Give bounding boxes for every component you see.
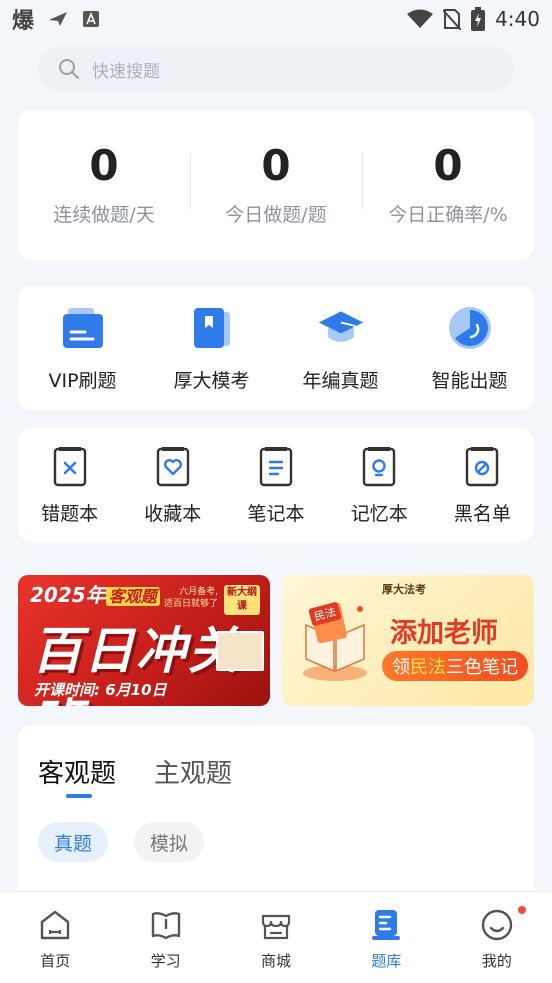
chip-simulation[interactable]: 模拟 [134, 822, 205, 862]
nav-home[interactable]: 首页 [0, 892, 110, 983]
vip-card-icon [62, 307, 103, 348]
stat-label: 今日做题/题 [225, 203, 327, 226]
banner-add-teacher[interactable]: 厚大法考 民法 添加老师 领民法三色笔记 [282, 575, 534, 706]
feature-label: 智能出题 [431, 369, 508, 392]
tab-indicator [66, 794, 92, 798]
home-icon [41, 910, 70, 940]
nav-label: 学习 [150, 952, 181, 970]
wifi-icon [407, 9, 434, 28]
stat-value: 0 [261, 141, 291, 191]
no-sim-icon [443, 9, 462, 30]
feature-smart-questions[interactable]: 智能出题 [405, 304, 534, 393]
banner-subtitle-line: 适百日就够了 [163, 598, 218, 609]
stats-card: 0 连续做题/天 0 今日做题/题 0 今日正确率/% [18, 110, 534, 260]
a-box-icon [83, 11, 100, 27]
chip-real-exam[interactable]: 真题 [38, 822, 109, 862]
banner-subtitle-prefix: 领 [392, 657, 410, 678]
memory-book-icon [363, 446, 396, 486]
tool-label: 笔记本 [247, 502, 305, 525]
nav-question-bank[interactable]: 题库 [331, 892, 441, 983]
search-input[interactable]: 快速搜题 [38, 46, 514, 92]
tool-favorites[interactable]: 收藏本 [121, 445, 224, 526]
stat-streak-days: 0 连续做题/天 [18, 143, 190, 226]
feature-grid: VIP刷题 厚大模考 年编真题 智能出题 [18, 286, 534, 410]
nav-profile[interactable]: 我的 [442, 892, 552, 983]
stat-today-count: 0 今日做题/题 [190, 143, 362, 226]
new-syllabus-badge: 新大纲课 [224, 585, 260, 615]
banner-subtitle-line: 六月备考, [179, 587, 218, 597]
bottom-navigation: 首页 学习 商城 题库 我的 [0, 891, 552, 983]
tool-notebook[interactable]: 笔记本 [224, 445, 327, 526]
nav-study[interactable]: 学习 [110, 892, 220, 983]
feature-label: VIP刷题 [48, 369, 117, 392]
search-placeholder: 快速搜题 [92, 61, 160, 82]
tab-objective[interactable]: 客观题 [38, 753, 116, 790]
banner-year-text: 2025年 [30, 583, 106, 607]
stat-label: 今日正确率/% [388, 203, 508, 226]
notification-dot [518, 906, 527, 914]
nav-store[interactable]: 商城 [221, 892, 331, 983]
tool-memory-book[interactable]: 记忆本 [328, 445, 431, 526]
feature-past-papers[interactable]: 年编真题 [276, 304, 405, 393]
subject-tabs: 客观题 主观题 [38, 753, 232, 790]
banner-title: 添加老师 [390, 618, 498, 649]
stat-today-accuracy: 0 今日正确率/% [362, 143, 534, 226]
graduation-cap-icon [318, 310, 363, 342]
brand-logo: 厚大法考 [382, 583, 426, 596]
filter-chips: 真题 模拟 [38, 822, 205, 862]
store-icon [261, 914, 291, 940]
battery-charging-icon [471, 7, 486, 31]
clock: 4:40 [495, 7, 540, 31]
nav-label: 我的 [481, 952, 512, 970]
send-icon [49, 12, 68, 26]
bookmark-book-icon [193, 307, 230, 348]
banner-hundred-day-course[interactable]: 2025年客观题 百日冲关班 六月备考, 适百日就够了 新大纲课 开课时间: 6… [18, 575, 270, 706]
feature-label: 厚大模考 [173, 369, 250, 392]
banner-tag: 客观题 [105, 587, 160, 606]
blacklist-book-icon [466, 446, 499, 486]
stat-label: 连续做题/天 [53, 203, 155, 226]
search-icon [59, 59, 79, 79]
status-bar: 爆 4:40 [0, 0, 552, 38]
study-book-icon [151, 912, 180, 940]
tool-grid: 错题本 收藏本 笔记本 记忆本 黑名单 [18, 428, 534, 542]
nav-label: 题库 [371, 952, 402, 970]
tool-label: 收藏本 [144, 502, 202, 525]
tool-label: 记忆本 [350, 502, 408, 525]
wrong-book-icon [53, 446, 86, 486]
notes-book-icon [259, 446, 293, 486]
feature-label: 年编真题 [302, 369, 379, 392]
question-bank-icon [372, 910, 401, 940]
tab-subjective[interactable]: 主观题 [154, 753, 232, 790]
pie-chart-icon [448, 306, 491, 349]
stat-value: 0 [89, 141, 119, 191]
question-bank-section: 客观题 主观题 真题 模拟 [18, 725, 534, 915]
tool-blacklist[interactable]: 黑名单 [431, 445, 534, 526]
banner-subtitle: 六月备考, 适百日就够了 [164, 587, 218, 610]
banner-subtitle-highlight: 民法 [410, 657, 446, 678]
nav-label: 商城 [261, 952, 292, 970]
stat-value: 0 [433, 141, 463, 191]
course-book-image [216, 631, 264, 671]
banner-date: 开课时间: 6月10日 [34, 681, 167, 699]
banner-subtitle-suffix: 三色笔记 [446, 657, 518, 678]
feature-mock-exam[interactable]: 厚大模考 [147, 304, 276, 393]
app-notification-glyph: 爆 [12, 9, 35, 34]
favorite-book-icon [156, 446, 189, 486]
tool-label: 黑名单 [453, 502, 511, 525]
nav-label: 首页 [40, 952, 71, 970]
feature-vip-practice[interactable]: VIP刷题 [18, 304, 147, 393]
banner-subtitle: 领民法三色笔记 [382, 651, 528, 681]
smiley-profile-icon [481, 909, 513, 941]
tool-wrong-book[interactable]: 错题本 [18, 445, 121, 526]
tool-label: 错题本 [41, 502, 99, 525]
banner-year: 2025年 客观题 [30, 579, 160, 608]
